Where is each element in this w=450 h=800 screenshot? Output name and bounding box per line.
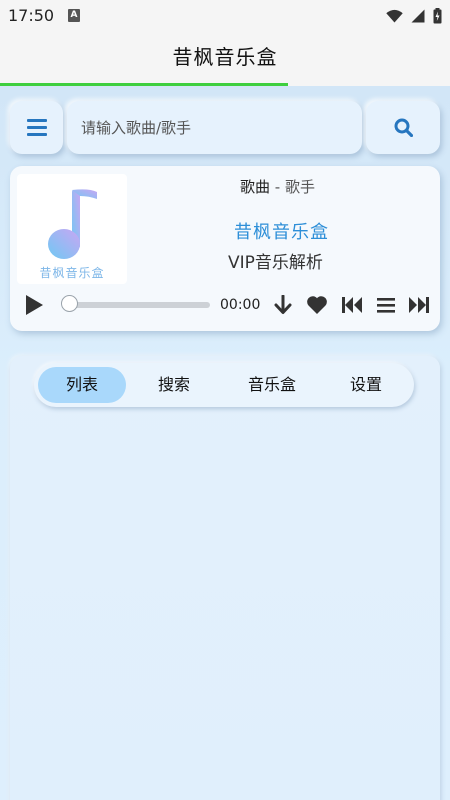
- search-box: [67, 101, 362, 154]
- search-button[interactable]: [366, 101, 440, 154]
- album-cover: 昔枫音乐盒: [17, 174, 127, 284]
- battery-icon: [433, 8, 442, 24]
- song-title: 歌曲: [240, 178, 271, 196]
- search-icon: [394, 118, 413, 137]
- title-separator: -: [270, 178, 285, 196]
- menu-icon: [26, 119, 47, 136]
- tab-bar: 列表 搜索 音乐盒 设置: [34, 363, 414, 407]
- status-time: 17:50: [8, 6, 55, 25]
- tab-music-box[interactable]: 音乐盒: [224, 367, 320, 403]
- app-subtitle: VIP音乐解析: [228, 253, 323, 273]
- playlist-icon[interactable]: [376, 295, 396, 315]
- tab-list[interactable]: 列表: [38, 367, 126, 403]
- tab-search[interactable]: 搜索: [130, 367, 218, 403]
- status-icons: [386, 7, 442, 25]
- progress-track[interactable]: [62, 302, 210, 308]
- heart-icon[interactable]: [306, 295, 328, 315]
- wifi-icon: [386, 9, 403, 23]
- progress-knob[interactable]: [61, 295, 78, 312]
- player-card: 昔枫音乐盒 歌曲 - 歌手 昔枫音乐盒 VIP音乐解析 00:00: [10, 166, 440, 331]
- tab-panel: 列表 搜索 音乐盒 设置: [10, 356, 440, 800]
- song-artist-line: 歌曲 - 歌手: [240, 176, 315, 197]
- page-title: 昔枫音乐盒: [172, 45, 278, 69]
- music-note-icon: [48, 189, 97, 259]
- notification-a-icon: A: [68, 9, 80, 22]
- phone-screen: 17:50 A 昔枫音乐盒 请输入歌曲/歌手 昔枫音乐盒 歌曲 - 歌手 昔枫音…: [0, 0, 450, 800]
- previous-track-icon[interactable]: [341, 295, 363, 315]
- app-name-label: 昔枫音乐盒: [234, 222, 329, 243]
- signal-icon: [411, 9, 425, 23]
- play-icon[interactable]: [24, 294, 44, 316]
- download-icon[interactable]: [273, 295, 293, 315]
- song-artist: 歌手: [284, 178, 315, 196]
- playback-time: 00:00: [220, 297, 261, 313]
- main-content: 昔枫音乐盒 歌曲 - 歌手 昔枫音乐盒 VIP音乐解析 00:00: [0, 86, 450, 800]
- menu-button[interactable]: [10, 101, 63, 154]
- next-track-icon[interactable]: [408, 295, 430, 315]
- player-controls: 00:00: [10, 292, 440, 320]
- cover-caption: 昔枫音乐盒: [39, 266, 105, 280]
- app-bar: 昔枫音乐盒: [0, 32, 450, 86]
- search-input[interactable]: [81, 118, 362, 137]
- tab-settings[interactable]: 设置: [322, 367, 410, 403]
- status-bar: 17:50 A: [0, 0, 450, 32]
